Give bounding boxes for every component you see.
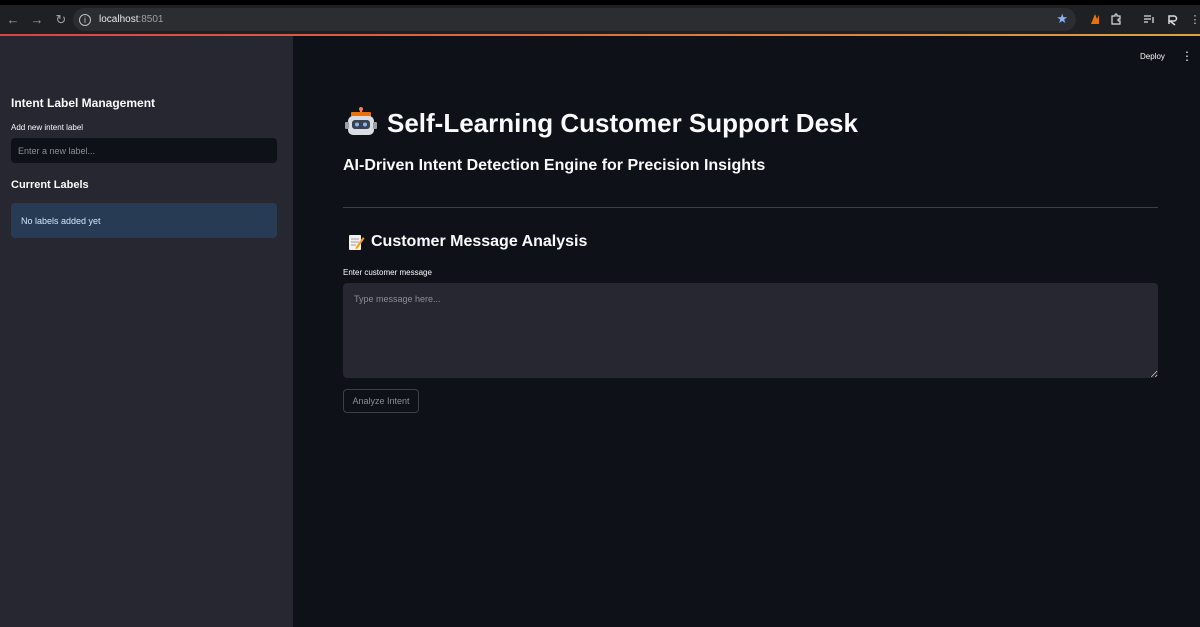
page-title: Self-Learning Customer Support Desk xyxy=(387,107,858,138)
message-field-label: Enter customer message xyxy=(343,268,432,277)
section-title: Customer Message Analysis xyxy=(371,233,588,250)
profile-icon[interactable] xyxy=(1163,10,1181,28)
forward-arrow-icon[interactable]: → xyxy=(26,9,48,31)
star-icon[interactable]: ★ xyxy=(1056,11,1068,27)
media-controls-icon[interactable] xyxy=(1140,10,1158,28)
section-divider xyxy=(343,207,1158,208)
sidebar: Intent Label Management Add new intent l… xyxy=(0,36,293,627)
back-arrow-icon[interactable]: ← xyxy=(2,9,24,31)
customer-message-textarea[interactable] xyxy=(343,283,1158,378)
robot-icon xyxy=(345,107,377,135)
browser-toolbar: ← → ↻ i localhost:8501 ★ ⋮ xyxy=(0,5,1200,34)
section-heading-row: Customer Message Analysis xyxy=(347,233,587,251)
info-icon[interactable]: i xyxy=(79,13,91,26)
current-labels-heading: Current Labels xyxy=(11,179,89,191)
analyze-intent-button[interactable]: Analyze Intent xyxy=(343,389,419,413)
url-text[interactable]: localhost:8501 xyxy=(99,14,164,25)
memo-icon xyxy=(349,235,365,250)
no-labels-message: No labels added yet xyxy=(21,215,101,226)
puzzle-icon[interactable] xyxy=(1107,10,1125,28)
no-labels-info-box: No labels added yet xyxy=(11,203,277,238)
page-subtitle: AI-Driven Intent Detection Engine for Pr… xyxy=(343,157,766,174)
reload-icon[interactable]: ↻ xyxy=(50,9,72,31)
new-label-field-label: Add new intent label xyxy=(11,123,84,132)
main-menu-icon[interactable]: ⋮ xyxy=(1181,50,1193,62)
sidebar-title: Intent Label Management xyxy=(11,96,156,110)
deploy-button[interactable]: Deploy xyxy=(1140,52,1165,61)
more-vertical-icon[interactable]: ⋮ xyxy=(1186,10,1200,28)
address-bar[interactable]: i localhost:8501 ★ xyxy=(73,8,1076,31)
extension-icon[interactable] xyxy=(1086,10,1104,28)
new-label-input[interactable] xyxy=(11,138,277,163)
page-title-row: Self-Learning Customer Support Desk xyxy=(343,107,858,139)
